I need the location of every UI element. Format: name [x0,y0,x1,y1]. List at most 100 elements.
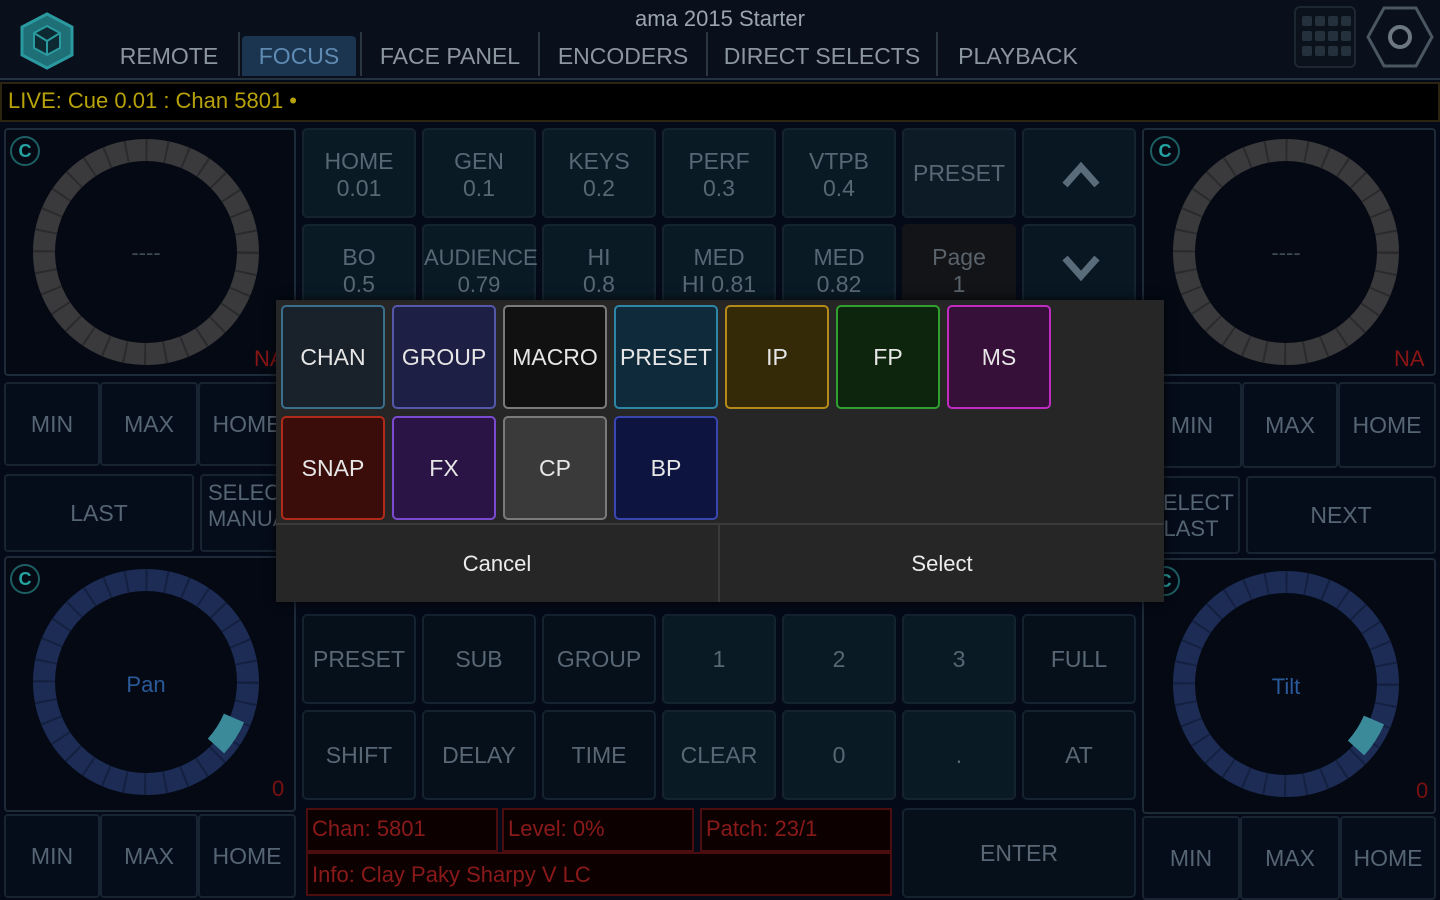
next-button[interactable]: NEXT [1246,476,1436,554]
at-button[interactable]: AT [1022,710,1136,800]
delay-button[interactable]: DELAY [422,710,536,800]
group-button[interactable]: GROUP [542,614,656,704]
encoder-label-top-left: ---- [131,240,161,265]
patch-info: Patch: 23/1 [700,808,892,852]
fx-option[interactable]: FX [392,416,496,520]
key-number: 0.79 [457,272,501,297]
home-button[interactable]: HOME [1338,382,1436,468]
tab-playback[interactable]: PLAYBACK [940,36,1096,76]
digit-3-button[interactable]: 3 [902,614,1016,704]
min-button[interactable]: MIN [4,814,100,898]
max-button[interactable]: MAX [100,814,198,898]
chevron-down-icon [1062,255,1100,282]
bp-option[interactable]: BP [614,416,718,520]
key-number: 0.4 [823,175,855,201]
preset-key-perf[interactable]: PERF 0.3 [662,128,776,218]
last-button[interactable]: LAST [4,474,194,552]
full-button[interactable]: FULL [1022,614,1136,704]
preset-key-home[interactable]: HOME 0.01 [302,128,416,218]
key-number: 0.1 [463,175,495,201]
clear-button[interactable]: CLEAR [662,710,776,800]
key-name: MED [813,244,865,270]
key-number: 0.82 [816,271,862,297]
encoder-value-pan: 0 [272,776,285,801]
ms-option[interactable]: MS [947,305,1051,409]
key-number: HI 0.81 [681,271,757,297]
key-name: HOME [324,148,394,174]
digit-1-button[interactable]: 1 [662,614,776,704]
key-name: HI [587,244,611,270]
preset-key-gen[interactable]: GEN 0.1 [422,128,536,218]
encoder-coarse-badge[interactable]: C [1150,136,1180,166]
tab-face-panel[interactable]: FACE PANEL [364,36,536,76]
tab-separator [238,32,240,76]
key-name: GEN [454,148,504,174]
preset-key-vtpb[interactable]: VTPB 0.4 [782,128,896,218]
preset-key-keys[interactable]: KEYS 0.2 [542,128,656,218]
max-button[interactable]: MAX [100,382,198,466]
home-button[interactable]: HOME [198,814,296,898]
key-number: 0.8 [583,271,615,297]
key-number: 0.2 [583,175,615,201]
preset-key[interactable]: PRESET [902,128,1016,218]
group-option[interactable]: GROUP [392,305,496,409]
min-button[interactable]: MIN [4,382,100,466]
tab-remote[interactable]: REMOTE [100,36,238,76]
encoder-label-tilt: Tilt [1271,674,1301,699]
grid-menu-icon[interactable] [1294,6,1356,68]
key-name: AUDIENCE [424,245,538,270]
tab-separator [538,32,540,76]
decimal-button[interactable]: . [902,710,1016,800]
encoder-value-tilt: 0 [1416,778,1429,803]
home-button[interactable]: HOME [1340,816,1436,900]
key-number: 0.5 [343,271,375,297]
key-name: VTPB [808,148,870,174]
shift-button[interactable]: SHIFT [302,710,416,800]
encoder-coarse-badge[interactable]: C [10,136,40,166]
app-title: ama 2015 Starter [635,6,805,31]
snap-option[interactable]: SNAP [281,416,385,520]
page-up-button[interactable] [1022,128,1136,218]
encoder-value-top-right: NA [1394,346,1425,371]
page-label: Page [932,244,986,270]
tab-focus[interactable]: FOCUS [242,36,356,76]
fp-option[interactable]: FP [836,305,940,409]
settings-hex-icon[interactable] [1364,4,1436,70]
chan-info: Chan: 5801 [306,808,498,852]
live-status-text: LIVE: Cue 0.01 : Chan 5801 • [8,88,298,113]
macro-option[interactable]: MACRO [503,305,607,409]
tab-encoders[interactable]: ENCODERS [542,36,704,76]
key-name: MED [693,244,745,270]
ip-option[interactable]: IP [725,305,829,409]
page-number: 1 [952,271,966,297]
encoder-label-top-right: ---- [1271,240,1301,265]
key-number: 0.01 [336,175,382,201]
tab-separator [936,32,938,76]
digit-0-button[interactable]: 0 [782,710,896,800]
preset-option[interactable]: PRESET [614,305,718,409]
key-name: PERF [688,148,750,174]
tab-separator [706,32,708,76]
key-number: 0.3 [703,175,735,201]
digit-2-button[interactable]: 2 [782,614,896,704]
level-info: Level: 0% [502,808,694,852]
max-button[interactable]: MAX [1240,816,1340,900]
key-name: BO [342,244,376,270]
min-button[interactable]: MIN [1142,816,1240,900]
key-name: KEYS [568,148,630,174]
select-button[interactable]: Select [720,525,1164,602]
preset-button[interactable]: PRESET [302,614,416,704]
tab-separator [360,32,362,76]
fixture-info: Info: Clay Paky Sharpy V LC [306,852,892,896]
tab-direct-selects[interactable]: DIRECT SELECTS [710,36,934,76]
encoder-coarse-badge[interactable]: C [10,564,40,594]
max-button[interactable]: MAX [1242,382,1338,468]
time-button[interactable]: TIME [542,710,656,800]
cancel-button[interactable]: Cancel [276,525,718,602]
chan-option[interactable]: CHAN [281,305,385,409]
enter-button[interactable]: ENTER [902,808,1136,898]
chevron-up-icon [1062,161,1100,188]
encoder-label-pan: Pan [126,672,166,697]
sub-button[interactable]: SUB [422,614,536,704]
cp-option[interactable]: CP [503,416,607,520]
